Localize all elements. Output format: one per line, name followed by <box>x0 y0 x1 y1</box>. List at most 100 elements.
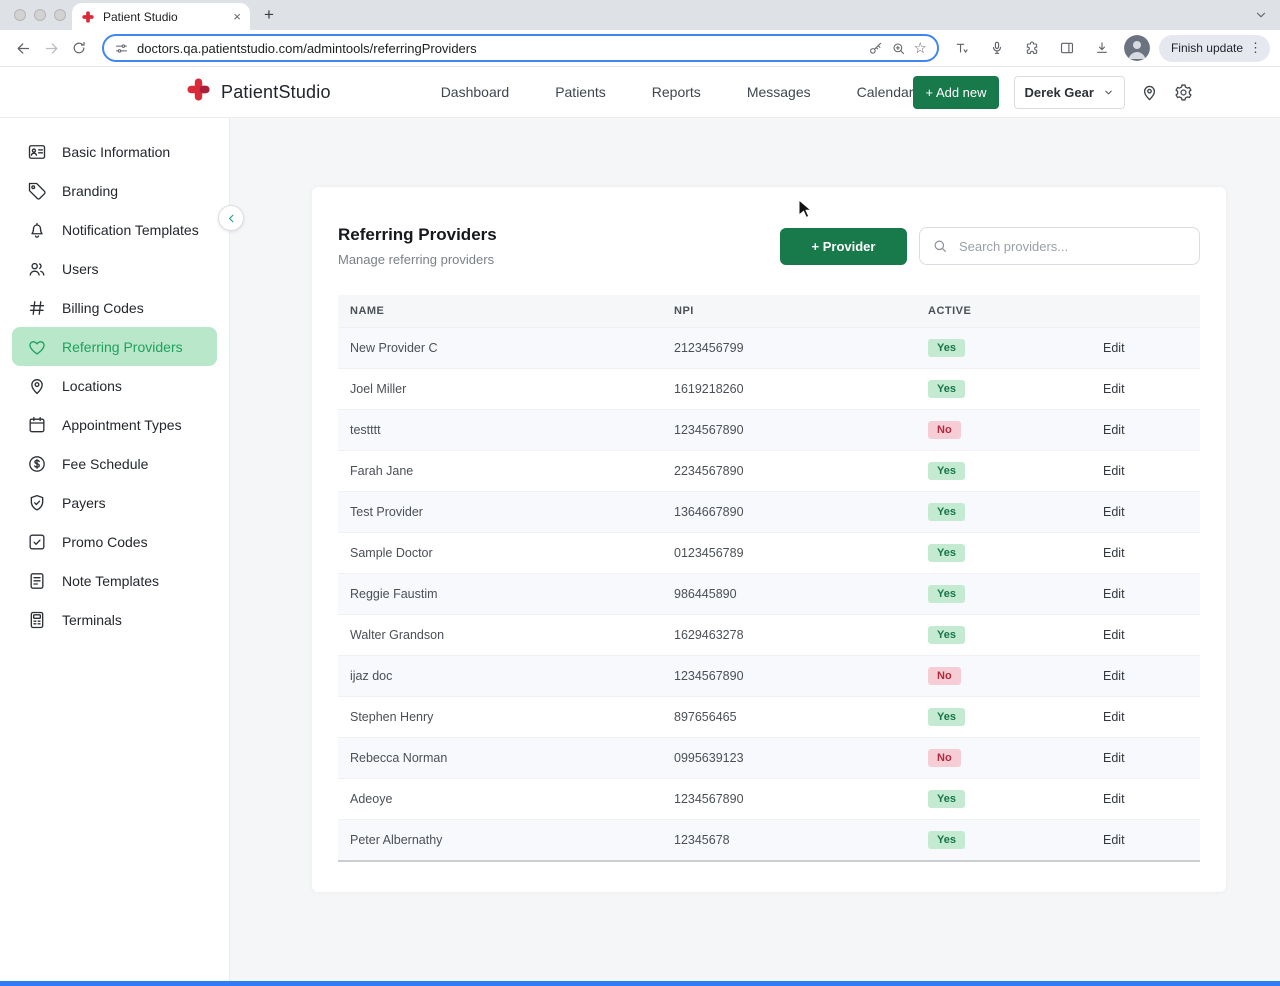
sidebar-item-label: Locations <box>62 377 122 394</box>
sidebar-item-label: Payers <box>62 494 106 511</box>
provider-npi: 2234567890 <box>662 450 916 492</box>
edit-link[interactable]: Edit <box>1103 382 1125 396</box>
sidebar-item-promo-codes[interactable]: Promo Codes <box>12 522 217 561</box>
providers-table-body: New Provider C 2123456799 Yes Edit Joel … <box>338 327 1200 862</box>
provider-name: Joel Miller <box>338 368 662 410</box>
sidebar-item-note-templates[interactable]: Note Templates <box>12 561 217 600</box>
nav-link-messages[interactable]: Messages <box>747 84 811 100</box>
site-settings-icon[interactable] <box>114 41 129 56</box>
sidebar-item-fee-schedule[interactable]: Fee Schedule <box>12 444 217 483</box>
shield-icon <box>27 493 47 513</box>
side-panel-icon[interactable] <box>1054 35 1080 61</box>
reading-mode-icon[interactable] <box>949 35 975 61</box>
table-row-stephen-henry: Stephen Henry 897656465 Yes Edit <box>338 696 1200 738</box>
close-tab-icon[interactable]: × <box>233 10 241 23</box>
sidebar-item-notification-templates[interactable]: Notification Templates <box>12 210 217 249</box>
sidebar-item-branding[interactable]: Branding <box>12 171 217 210</box>
search-box[interactable] <box>919 227 1200 265</box>
sidebar-item-billing-codes[interactable]: Billing Codes <box>12 288 217 327</box>
edit-link[interactable]: Edit <box>1103 546 1125 560</box>
edit-link[interactable]: Edit <box>1103 833 1125 847</box>
provider-npi: 1234567890 <box>662 409 916 451</box>
search-icon <box>934 240 946 252</box>
table-row-new-provider-c: New Provider C 2123456799 Yes Edit <box>338 327 1200 369</box>
status-badge: No <box>928 667 961 685</box>
edit-link[interactable]: Edit <box>1103 669 1125 683</box>
provider-name: Walter Grandson <box>338 614 662 656</box>
more-menu-icon[interactable]: ⋮ <box>1249 40 1262 56</box>
edit-link[interactable]: Edit <box>1103 587 1125 601</box>
status-badge: Yes <box>928 503 965 521</box>
new-tab-button[interactable]: + <box>256 2 282 28</box>
back-icon[interactable] <box>10 35 36 61</box>
address-bar[interactable]: doctors.qa.patientstudio.com/admintools/… <box>102 34 939 62</box>
nav-link-reports[interactable]: Reports <box>652 84 701 100</box>
tab-overflow-chevron-icon[interactable] <box>1254 8 1268 22</box>
extensions-puzzle-icon[interactable] <box>1019 35 1045 61</box>
reload-icon[interactable] <box>66 35 92 61</box>
status-badge: Yes <box>928 380 965 398</box>
finish-update-button[interactable]: Finish update ⋮ <box>1158 34 1270 62</box>
edit-link[interactable]: Edit <box>1103 751 1125 765</box>
hash-icon <box>27 298 47 318</box>
sidebar-item-label: Terminals <box>62 611 122 628</box>
provider-name: New Provider C <box>338 327 662 369</box>
forward-icon[interactable] <box>38 35 64 61</box>
url-text[interactable]: doctors.qa.patientstudio.com/admintools/… <box>137 41 860 56</box>
zoom-icon[interactable] <box>891 41 906 56</box>
edit-link[interactable]: Edit <box>1103 464 1125 478</box>
sidebar-item-terminals[interactable]: Terminals <box>12 600 217 639</box>
sidebar-item-locations[interactable]: Locations <box>12 366 217 405</box>
browser-tab[interactable]: Patient Studio × <box>72 3 250 30</box>
page-subtitle: Manage referring providers <box>338 252 495 267</box>
close-window-button[interactable] <box>14 9 26 21</box>
location-pin-icon[interactable] <box>1140 83 1159 102</box>
users-icon <box>27 259 47 279</box>
maximize-window-button[interactable] <box>54 9 66 21</box>
table-row-reggie-faustim: Reggie Faustim 986445890 Yes Edit <box>338 573 1200 615</box>
sidebar-item-users[interactable]: Users <box>12 249 217 288</box>
nav-link-dashboard[interactable]: Dashboard <box>441 84 510 100</box>
sidebar-collapse-button[interactable] <box>218 205 244 231</box>
browser-toolbar: doctors.qa.patientstudio.com/admintools/… <box>0 30 1280 67</box>
add-provider-button[interactable]: + Provider <box>780 227 907 265</box>
mic-icon[interactable] <box>984 35 1010 61</box>
edit-link[interactable]: Edit <box>1103 628 1125 642</box>
browser-profile-avatar[interactable] <box>1123 35 1150 61</box>
status-badge: Yes <box>928 626 965 644</box>
edit-link[interactable]: Edit <box>1103 710 1125 724</box>
column-header-active: ACTIVE <box>916 295 1091 328</box>
user-menu[interactable]: Derek Gear <box>1013 75 1125 109</box>
add-new-button[interactable]: + Add new <box>913 75 999 109</box>
table-row-joel-miller: Joel Miller 1619218260 Yes Edit <box>338 368 1200 410</box>
gear-icon[interactable] <box>1174 83 1193 102</box>
table-row-adeoye: Adeoye 1234567890 Yes Edit <box>338 778 1200 820</box>
sidebar-item-label: Note Templates <box>62 572 160 589</box>
sidebar-item-appointment-types[interactable]: Appointment Types <box>12 405 217 444</box>
edit-link[interactable]: Edit <box>1103 341 1125 355</box>
minimize-window-button[interactable] <box>34 9 46 21</box>
sidebar-item-label: Billing Codes <box>62 299 144 316</box>
edit-link[interactable]: Edit <box>1103 792 1125 806</box>
bookmark-star-icon[interactable]: ☆ <box>914 41 927 56</box>
table-row-testttt: testttt 1234567890 No Edit <box>338 409 1200 451</box>
tab-title: Patient Studio <box>103 9 178 24</box>
edit-link[interactable]: Edit <box>1103 423 1125 437</box>
status-badge: Yes <box>928 708 965 726</box>
sidebar-item-referring-providers[interactable]: Referring Providers <box>12 327 217 366</box>
chevron-left-icon <box>228 214 233 222</box>
edit-link[interactable]: Edit <box>1103 505 1125 519</box>
sidebar-item-label: Branding <box>62 182 119 199</box>
download-icon[interactable] <box>1089 35 1115 61</box>
sidebar-item-basic-information[interactable]: Basic Information <box>12 132 217 171</box>
header-actions: + Add new Derek Gear <box>913 75 1193 109</box>
password-key-icon[interactable] <box>868 41 883 56</box>
search-input[interactable] <box>957 237 1187 255</box>
sidebar-item-payers[interactable]: Payers <box>12 483 217 522</box>
nav-link-calendar[interactable]: Calendar <box>857 84 914 100</box>
nav-link-patients[interactable]: Patients <box>555 84 606 100</box>
status-badge: Yes <box>928 790 965 808</box>
provider-npi: 1234567890 <box>662 655 916 697</box>
providers-table: NAME NPI ACTIVE New Provider C 212345679… <box>338 295 1200 862</box>
bell-icon <box>27 220 47 240</box>
